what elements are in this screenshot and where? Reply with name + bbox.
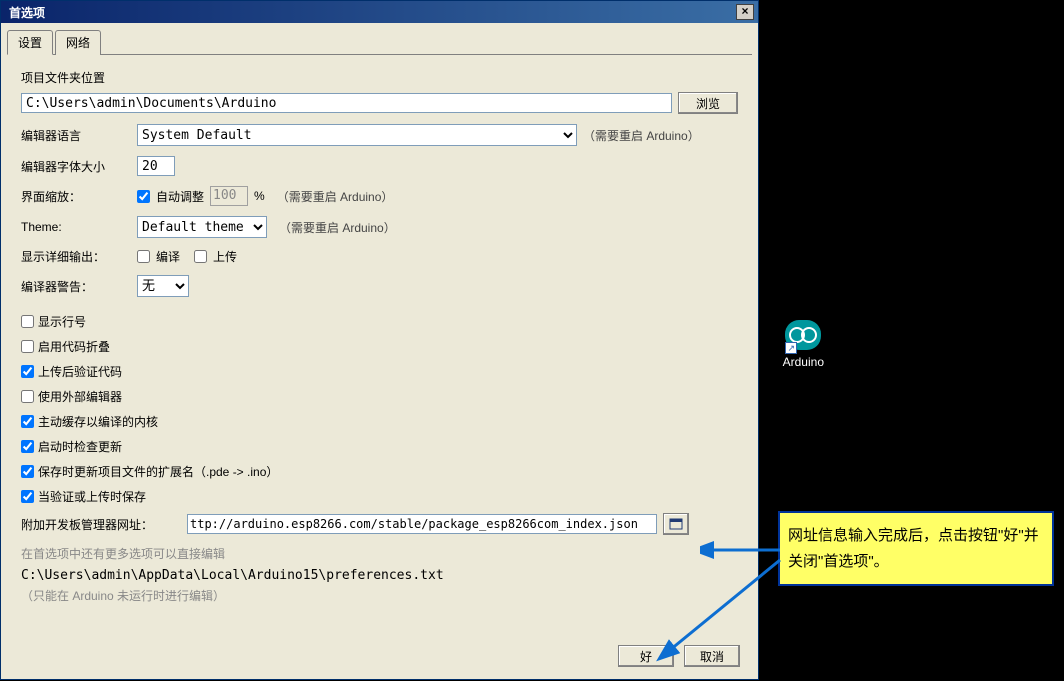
tabs: 设置 网络 [7,29,752,55]
prefs-path: C:\Users\admin\AppData\Local\Arduino15\p… [21,568,738,583]
edit-note: （只能在 Arduino 未运行时进行编辑） [21,587,738,604]
line-numbers-label: 显示行号 [38,313,86,330]
fontsize-input[interactable] [137,156,175,176]
editor-lang-label: 编辑器语言 [21,127,131,144]
scale-auto-label: 自动调整 [156,188,204,205]
sketchbook-path-input[interactable] [21,93,672,113]
verbose-upload-label: 上传 [213,248,237,265]
fontsize-label: 编辑器字体大小 [21,158,131,175]
settings-panel: 项目文件夹位置 浏览 编辑器语言 System Default （需要重启 Ar… [1,55,758,618]
warn-select[interactable]: 无 [137,275,189,297]
verify-upload-checkbox[interactable] [21,365,34,378]
verbose-label: 显示详细输出： [21,248,131,265]
editor-lang-select[interactable]: System Default [137,124,577,146]
browse-button[interactable]: 浏览 [678,92,738,114]
window-icon [669,518,683,530]
sketchbook-label: 项目文件夹位置 [21,69,738,86]
check-updates-label: 启动时检查更新 [38,438,122,455]
external-editor-checkbox[interactable] [21,390,34,403]
line-numbers-checkbox[interactable] [21,315,34,328]
tab-settings[interactable]: 设置 [7,30,53,55]
scale-pct: % [254,189,265,203]
more-prefs-note: 在首选项中还有更多选项可以直接编辑 [21,545,738,562]
arduino-shortcut[interactable]: ↗ Arduino [783,320,824,369]
scale-note: （需要重启 Arduino） [277,188,394,205]
theme-select[interactable]: Default theme [137,216,267,238]
cache-core-label: 主动缓存以编译的内核 [38,413,158,430]
scale-auto-checkbox[interactable] [137,190,150,203]
titlebar: 首选项 × [1,1,758,23]
boards-url-expand-button[interactable] [663,513,689,535]
save-ext-checkbox[interactable] [21,465,34,478]
tab-network[interactable]: 网络 [55,30,101,55]
arduino-shortcut-label: Arduino [783,355,824,369]
check-updates-checkbox[interactable] [21,440,34,453]
verbose-compile-checkbox[interactable] [137,250,150,263]
boards-url-input[interactable] [187,514,657,534]
verbose-compile-label: 编译 [156,248,180,265]
window-title: 首选项 [5,4,736,21]
annotation-callout: 网址信息输入完成后，点击按钮"好"并关闭"首选项"。 [778,511,1054,586]
close-button[interactable]: × [736,4,754,20]
scale-value: 100 [210,186,248,206]
save-verify-label: 当验证或上传时保存 [38,488,146,505]
ok-button[interactable]: 好 [618,645,674,667]
code-folding-label: 启用代码折叠 [38,338,110,355]
boards-url-label: 附加开发板管理器网址： [21,516,181,533]
editor-lang-note: （需要重启 Arduino） [583,127,700,144]
preferences-window: 首选项 × 设置 网络 项目文件夹位置 浏览 编辑器语言 System Defa… [0,0,759,680]
warn-label: 编译器警告： [21,278,131,295]
theme-note: （需要重启 Arduino） [279,219,396,236]
verbose-upload-checkbox[interactable] [194,250,207,263]
code-folding-checkbox[interactable] [21,340,34,353]
scale-label: 界面缩放： [21,188,131,205]
external-editor-label: 使用外部编辑器 [38,388,122,405]
save-ext-label: 保存时更新项目文件的扩展名（.pde -> .ino） [38,463,278,480]
shortcut-arrow-icon: ↗ [785,342,797,354]
verify-upload-label: 上传后验证代码 [38,363,122,380]
theme-label: Theme: [21,220,131,234]
cache-core-checkbox[interactable] [21,415,34,428]
save-verify-checkbox[interactable] [21,490,34,503]
cancel-button[interactable]: 取消 [684,645,740,667]
